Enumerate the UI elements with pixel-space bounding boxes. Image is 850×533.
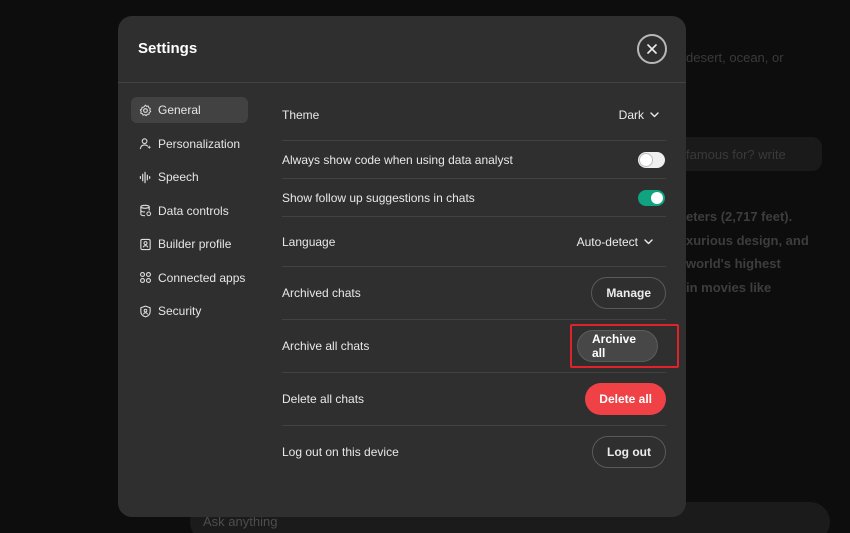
language-select[interactable]: Auto-detect	[577, 235, 653, 249]
settings-sidebar: General Personalization Speech Data cont…	[131, 97, 248, 332]
language-label: Language	[282, 234, 336, 249]
sidebar-item-data-controls[interactable]: Data controls	[131, 198, 248, 224]
bg-text-4: xurious design, and	[686, 233, 809, 248]
chevron-down-icon	[644, 238, 653, 244]
database-icon	[138, 204, 152, 218]
follow-up-label: Show follow up suggestions in chats	[282, 190, 475, 205]
sidebar-item-label: Security	[158, 304, 202, 318]
show-code-label: Always show code when using data analyst	[282, 152, 513, 167]
theme-label: Theme	[282, 108, 320, 122]
apps-grid-icon	[138, 271, 152, 285]
sidebar-item-label: Data controls	[158, 203, 229, 218]
delete-all-button[interactable]: Delete all	[585, 383, 666, 415]
bg-text-3: eters (2,717 feet).	[686, 209, 793, 224]
sidebar-item-label: Connected apps	[158, 270, 246, 285]
bg-text-6: in movies like	[686, 280, 772, 295]
modal-title: Settings	[138, 40, 198, 57]
bg-text-2: famous for? write	[686, 147, 786, 162]
close-icon	[647, 44, 657, 54]
id-card-icon	[138, 237, 152, 251]
modal-header: Settings	[118, 16, 686, 83]
sidebar-item-security[interactable]: Security	[131, 298, 248, 324]
language-row: Language Auto-detect	[282, 217, 666, 267]
archived-chats-row: Archived chats Manage	[282, 267, 666, 320]
delete-all-row: Delete all chats Delete all	[282, 373, 666, 426]
follow-up-toggle[interactable]	[638, 189, 665, 206]
sidebar-item-label: Builder profile	[158, 237, 232, 251]
archive-all-label: Archive all chats	[282, 339, 370, 353]
follow-up-row: Show follow up suggestions in chats	[282, 179, 666, 217]
settings-content: Theme Dark Always show code when using d…	[282, 90, 666, 478]
logout-row: Log out on this device Log out	[282, 426, 666, 478]
theme-value: Dark	[618, 108, 644, 122]
sidebar-item-label: Personalization	[158, 136, 241, 151]
chevron-down-icon	[650, 112, 659, 118]
show-code-toggle[interactable]	[638, 151, 665, 168]
close-button[interactable]	[637, 34, 667, 64]
logout-button[interactable]: Log out	[592, 436, 666, 468]
sidebar-item-connected-apps[interactable]: Connected apps	[131, 265, 248, 291]
manage-button[interactable]: Manage	[591, 277, 666, 309]
archived-chats-label: Archived chats	[282, 286, 361, 300]
shield-icon	[138, 304, 152, 318]
sidebar-item-speech[interactable]: Speech	[131, 164, 248, 190]
sidebar-item-builder-profile[interactable]: Builder profile	[131, 231, 248, 257]
toggle-knob	[640, 153, 652, 166]
sidebar-item-personalization[interactable]: Personalization	[131, 131, 248, 157]
bg-text-5: world's highest	[686, 256, 781, 271]
language-value: Auto-detect	[576, 234, 638, 249]
archive-all-highlight-box	[570, 324, 679, 368]
sidebar-item-label: Speech	[158, 170, 199, 184]
settings-modal: Settings General Personalization Speech	[118, 16, 686, 517]
theme-select[interactable]: Dark	[619, 108, 659, 122]
waveform-icon	[138, 170, 152, 184]
theme-row: Theme Dark	[282, 90, 666, 141]
show-code-row: Always show code when using data analyst	[282, 141, 666, 179]
logout-label: Log out on this device	[282, 445, 399, 459]
sidebar-item-general[interactable]: General	[131, 97, 248, 123]
delete-all-label: Delete all chats	[282, 392, 365, 406]
person-icon	[138, 137, 152, 151]
bg-text-1: desert, ocean, or	[686, 50, 784, 65]
toggle-knob	[651, 191, 663, 204]
sidebar-item-label: General	[158, 103, 201, 117]
gear-icon	[138, 103, 152, 117]
